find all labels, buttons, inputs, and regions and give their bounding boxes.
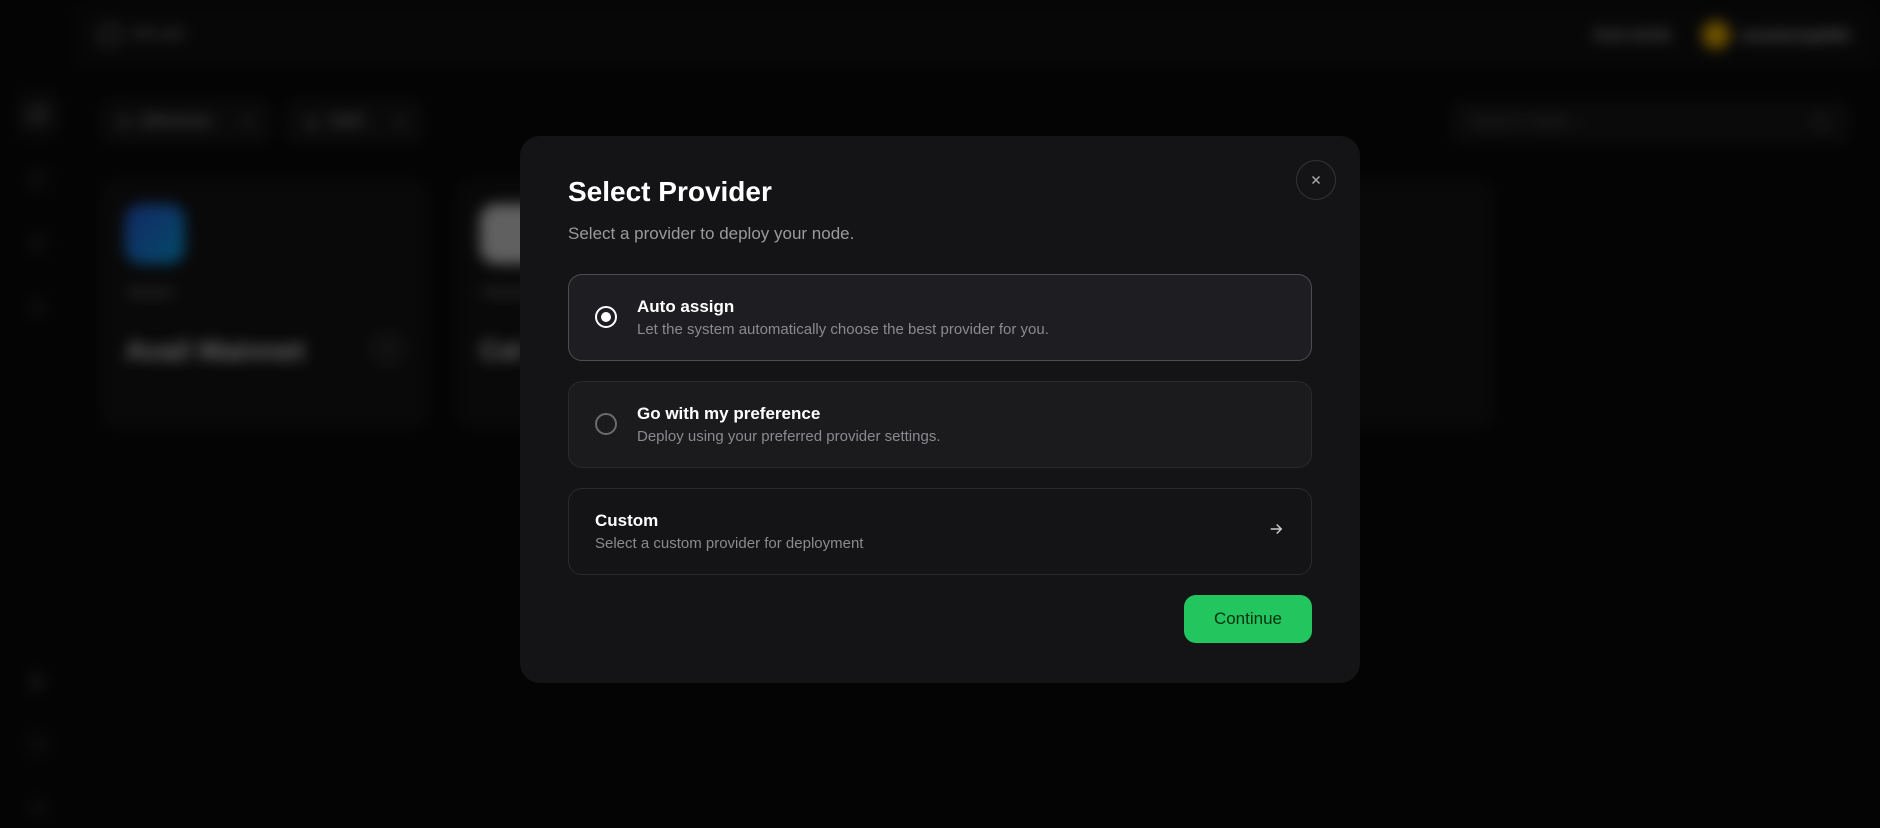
close-button[interactable] bbox=[1296, 160, 1336, 200]
close-icon bbox=[1309, 173, 1323, 187]
radio-icon bbox=[595, 413, 617, 435]
radio-icon bbox=[595, 306, 617, 328]
arrow-right-icon bbox=[1267, 520, 1285, 543]
option-desc: Select a custom provider for deployment bbox=[595, 535, 1247, 552]
modal-subtitle: Select a provider to deploy your node. bbox=[568, 224, 1312, 244]
modal-title: Select Provider bbox=[568, 176, 1312, 208]
option-auto-assign[interactable]: Auto assign Let the system automatically… bbox=[568, 274, 1312, 361]
option-desc: Let the system automatically choose the … bbox=[637, 321, 1285, 338]
option-title: Auto assign bbox=[637, 297, 1285, 317]
modal-overlay: Select Provider Select a provider to dep… bbox=[0, 0, 1880, 828]
option-preference[interactable]: Go with my preference Deploy using your … bbox=[568, 381, 1312, 468]
option-custom[interactable]: Custom Select a custom provider for depl… bbox=[568, 488, 1312, 575]
continue-button[interactable]: Continue bbox=[1184, 595, 1312, 643]
select-provider-modal: Select Provider Select a provider to dep… bbox=[520, 136, 1360, 683]
option-title: Custom bbox=[595, 511, 1247, 531]
option-title: Go with my preference bbox=[637, 404, 1285, 424]
option-desc: Deploy using your preferred provider set… bbox=[637, 428, 1285, 445]
